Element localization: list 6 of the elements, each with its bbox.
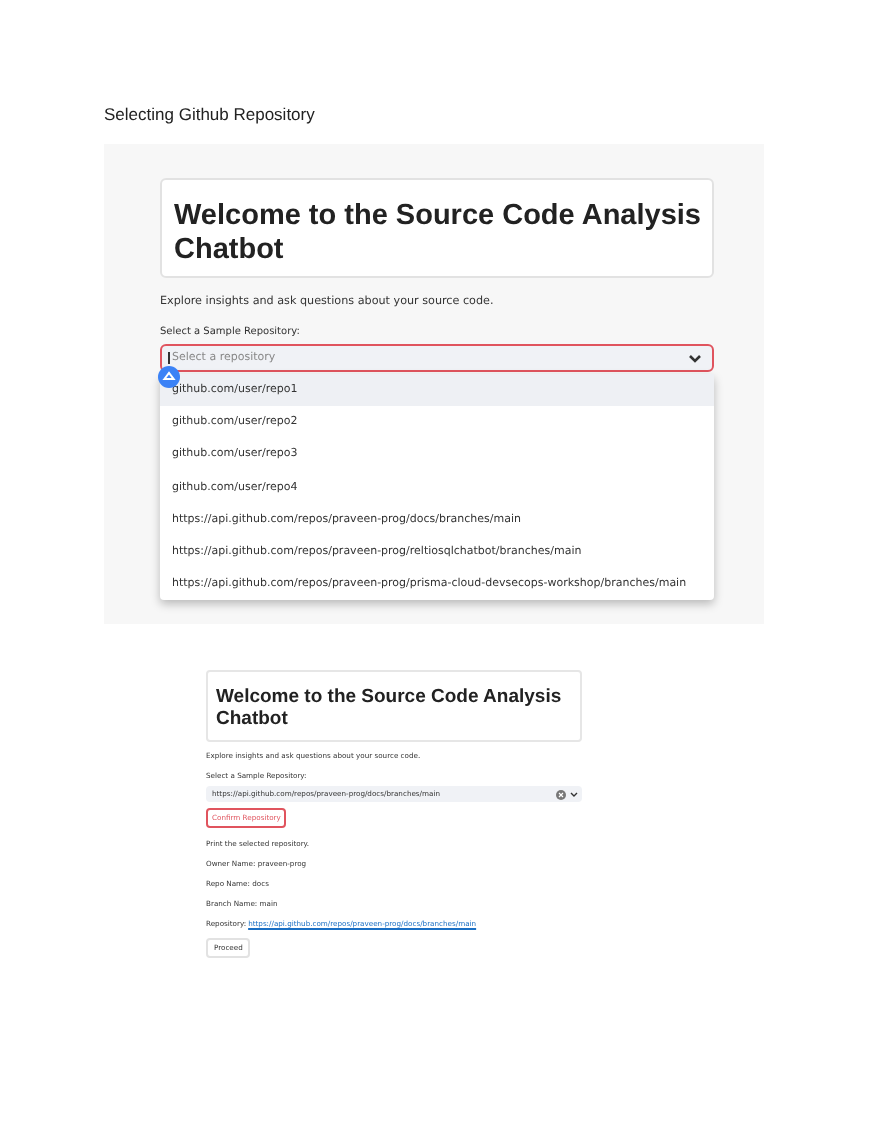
page-heading: Selecting Github Repository bbox=[104, 104, 317, 124]
app-title: Welcome to the Source Code Analysis Chatbot bbox=[174, 200, 703, 268]
chevron-icon bbox=[688, 353, 702, 363]
app-title: Welcome to the Source Code Analysis Chatbot bbox=[216, 686, 564, 730]
clear-icon[interactable] bbox=[556, 789, 566, 799]
chevron-icon bbox=[570, 791, 578, 797]
